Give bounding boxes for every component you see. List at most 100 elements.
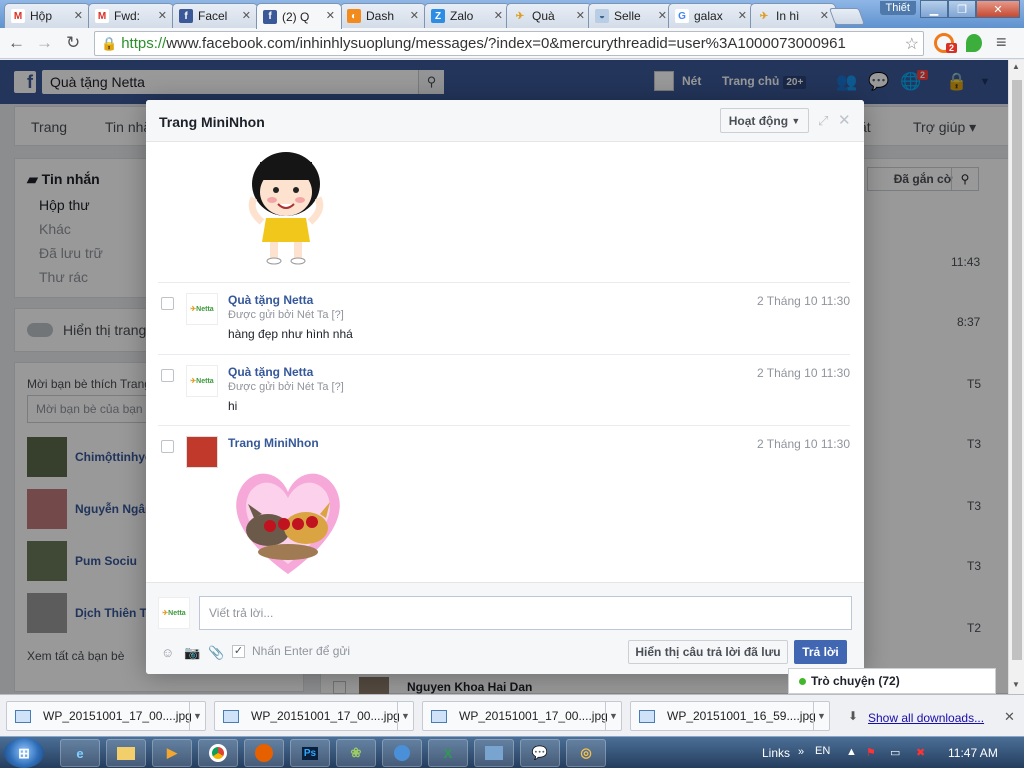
system-clock[interactable]: 11:47 AM bbox=[948, 746, 998, 760]
message-time: 2 Tháng 10 11:30 bbox=[757, 437, 850, 451]
new-tab-button[interactable] bbox=[828, 8, 866, 25]
scroll-down-icon[interactable]: ▼ bbox=[1012, 680, 1020, 689]
show-saved-replies-button[interactable]: Hiển thị câu trả lời đã lưu bbox=[628, 640, 788, 664]
browser-tab[interactable]: M Hộp ✕ bbox=[4, 3, 90, 28]
attachment-icon[interactable]: 📎 bbox=[208, 645, 224, 661]
close-tab-icon[interactable]: ✕ bbox=[820, 9, 829, 22]
profile-name[interactable]: Thiết bbox=[879, 1, 916, 15]
windows-taskbar: ⊞ e ▶ Ps ❀ X 💬 ◎ Links » EN ▲ ⚑ ▭ ✖ 11:4… bbox=[0, 736, 1024, 768]
close-window-button[interactable]: ✕ bbox=[976, 0, 1020, 18]
help-link[interactable]: [?] bbox=[332, 309, 344, 321]
downloads-bar: WP_20151001_17_00....jpg ▼ WP_20151001_17… bbox=[0, 694, 1024, 736]
folder-icon[interactable] bbox=[106, 739, 146, 767]
reload-icon[interactable]: ↻ bbox=[66, 33, 80, 53]
help-link[interactable]: [?] bbox=[332, 381, 344, 393]
sender-avatar[interactable]: ✈ Netta bbox=[186, 293, 218, 325]
download-item[interactable]: WP_20151001_17_00....jpg ▼ bbox=[6, 701, 206, 731]
battery-icon[interactable]: ▭ bbox=[890, 746, 900, 759]
back-arrow-icon[interactable]: ← bbox=[8, 33, 25, 53]
browser-tab-active[interactable]: f (2) Q ✕ bbox=[256, 3, 342, 29]
minimize-button[interactable]: ▁ bbox=[920, 0, 948, 18]
page-scrollbar[interactable]: ▲ ▼ bbox=[1008, 60, 1024, 694]
network-icon[interactable]: ⚑ bbox=[866, 746, 876, 759]
emoji-icon[interactable]: ☺ bbox=[161, 645, 174, 660]
download-item[interactable]: WP_20151001_17_00....jpg ▼ bbox=[422, 701, 622, 731]
image-file-icon bbox=[223, 709, 239, 723]
language-indicator[interactable]: EN bbox=[815, 745, 830, 757]
ie-icon[interactable]: e bbox=[60, 739, 100, 767]
browser-toolbar: ← → ↻ 🔒 https://www.facebook.com/inhinhl… bbox=[0, 28, 1024, 59]
maximize-button[interactable]: ❐ bbox=[948, 0, 976, 18]
message-checkbox[interactable] bbox=[161, 440, 174, 453]
menu-icon[interactable]: ≡ bbox=[996, 32, 1007, 53]
sender-avatar[interactable]: ✈ Netta bbox=[186, 365, 218, 397]
close-tab-icon[interactable]: ✕ bbox=[658, 9, 667, 22]
message-thread: ✈ Netta Quà tặng Netta Được gửi bởi Nét T… bbox=[146, 142, 864, 582]
firefox-icon[interactable] bbox=[244, 739, 284, 767]
chat-sidebar-tab[interactable]: Trò chuyện (72) bbox=[788, 668, 996, 694]
extension-leaf-icon[interactable] bbox=[966, 34, 982, 52]
close-tab-icon[interactable]: ✕ bbox=[410, 9, 419, 22]
app-icon[interactable]: ◎ bbox=[566, 739, 606, 767]
browser-tab[interactable]: M Fwd: ✕ bbox=[88, 3, 174, 28]
browser-tab[interactable]: ✈ Quà ✕ bbox=[506, 3, 592, 28]
browser-tab[interactable]: ✈ In hì ✕ bbox=[750, 3, 836, 28]
close-tab-icon[interactable]: ✕ bbox=[74, 9, 83, 22]
volume-icon[interactable]: ✖ bbox=[916, 746, 925, 759]
close-icon[interactable]: ✕ bbox=[838, 111, 851, 129]
start-button[interactable]: ⊞ bbox=[4, 738, 44, 768]
camera-icon[interactable]: 📷 bbox=[184, 645, 200, 661]
chrome-icon[interactable] bbox=[198, 739, 238, 767]
sender-name[interactable]: Trang MiniNhon bbox=[228, 436, 319, 450]
close-tab-icon[interactable]: ✕ bbox=[494, 9, 503, 22]
sender-name[interactable]: Quà tặng Netta bbox=[228, 293, 313, 307]
browser-tab[interactable]: f Facel ✕ bbox=[172, 3, 258, 28]
chevron-down-icon[interactable]: ▼ bbox=[605, 702, 621, 730]
download-item[interactable]: WP_20151001_16_59....jpg ▼ bbox=[630, 701, 830, 731]
browser-tab[interactable]: Z Zalo ✕ bbox=[424, 3, 510, 28]
sender-name[interactable]: Quà tặng Netta bbox=[228, 365, 313, 379]
forward-arrow-icon[interactable]: → bbox=[36, 33, 53, 53]
photoshop-icon[interactable]: Ps bbox=[290, 739, 330, 767]
expand-icon[interactable]: ⤢ bbox=[818, 113, 828, 129]
app-icon[interactable] bbox=[474, 739, 514, 767]
message-checkbox[interactable] bbox=[161, 369, 174, 382]
chat-app-icon[interactable]: 💬 bbox=[520, 739, 560, 767]
reply-input[interactable]: Viết trả lời... bbox=[199, 596, 852, 630]
chevron-down-icon[interactable]: ▼ bbox=[189, 702, 205, 730]
browser-tab[interactable]: Ggalax ✕ bbox=[668, 3, 754, 28]
media-player-icon[interactable]: ▶ bbox=[152, 739, 192, 767]
activity-dropdown-button[interactable]: Hoạt động ▼ bbox=[720, 108, 809, 133]
download-item[interactable]: WP_20151001_17_00....jpg ▼ bbox=[214, 701, 414, 731]
message-checkbox[interactable] bbox=[161, 297, 174, 310]
bookmark-star-icon[interactable]: ☆ bbox=[905, 34, 919, 54]
google-icon: G bbox=[675, 9, 689, 23]
browser-tab[interactable]: ◒ Selle ✕ bbox=[588, 3, 674, 28]
sent-by-label: Được gửi bởi Nét Ta [?] bbox=[228, 381, 344, 393]
close-tab-icon[interactable]: ✕ bbox=[326, 9, 335, 22]
sender-avatar[interactable] bbox=[186, 436, 218, 468]
address-bar[interactable]: 🔒 https://www.facebook.com/inhinhlysuopl… bbox=[94, 31, 924, 56]
links-chevron-icon[interactable]: » bbox=[798, 746, 804, 758]
app-icon[interactable]: ❀ bbox=[336, 739, 376, 767]
close-tab-icon[interactable]: ✕ bbox=[242, 9, 251, 22]
browser-tab[interactable]: ◐ Dash ✕ bbox=[340, 3, 426, 28]
chevron-down-icon[interactable]: ▼ bbox=[813, 702, 829, 730]
app-icon[interactable] bbox=[382, 739, 422, 767]
close-tab-icon[interactable]: ✕ bbox=[576, 9, 585, 22]
links-toolbar[interactable]: Links bbox=[762, 746, 790, 760]
message-item: ✈ Netta Quà tặng Netta Được gửi bởi Nét T… bbox=[158, 354, 850, 424]
browser-tab-strip: M Hộp ✕ M Fwd: ✕ f Facel ✕ f (2) Q ✕ ◐ Dash ✕ Z Zal… bbox=[0, 0, 1024, 29]
close-tab-icon[interactable]: ✕ bbox=[158, 9, 167, 22]
chevron-down-icon[interactable]: ▼ bbox=[397, 702, 413, 730]
sticker-image bbox=[248, 152, 324, 265]
scroll-up-icon[interactable]: ▲ bbox=[1012, 62, 1020, 71]
reply-button[interactable]: Trả lời bbox=[794, 640, 847, 664]
tray-expand-icon[interactable]: ▲ bbox=[846, 746, 857, 758]
close-icon[interactable]: ✕ bbox=[1004, 709, 1015, 725]
enter-to-send-checkbox[interactable]: ✓ bbox=[232, 645, 245, 658]
close-tab-icon[interactable]: ✕ bbox=[738, 9, 747, 22]
show-all-downloads-link[interactable]: Show all downloads... bbox=[868, 711, 984, 725]
scrollbar-thumb[interactable] bbox=[1012, 80, 1022, 660]
excel-icon[interactable]: X bbox=[428, 739, 468, 767]
